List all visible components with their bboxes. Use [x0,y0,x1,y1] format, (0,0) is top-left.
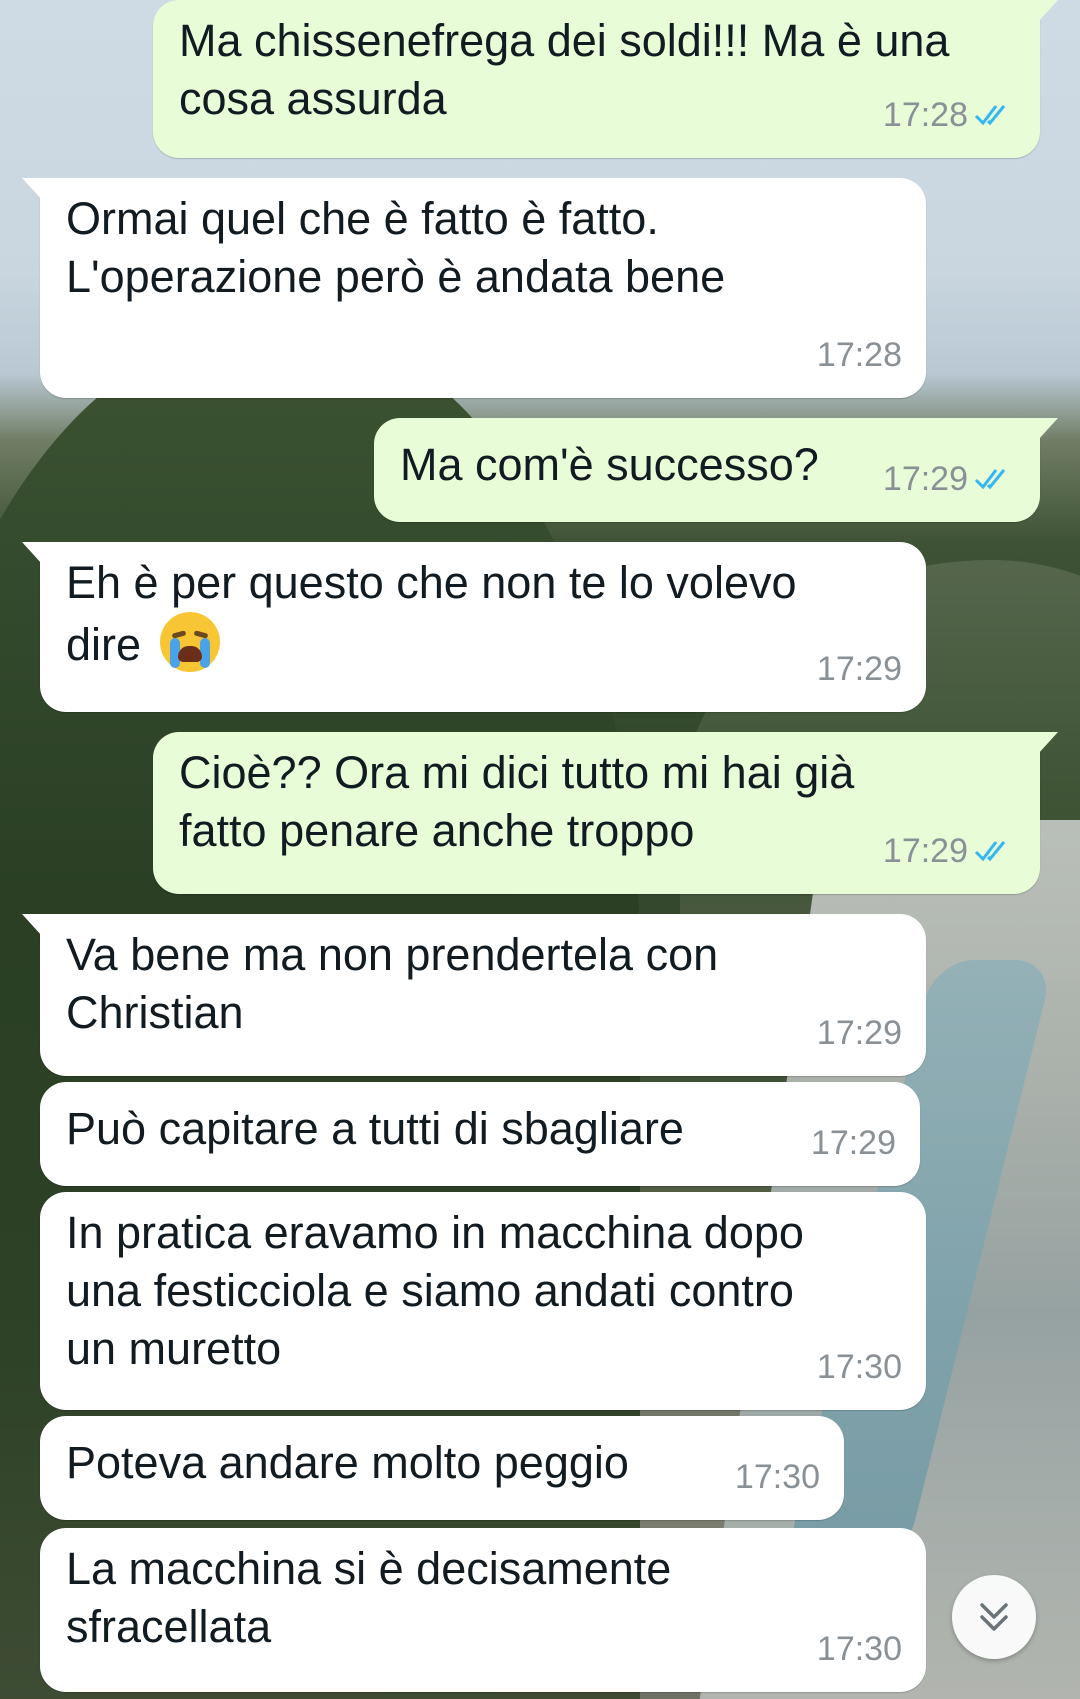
message-text: Può capitare a tutti di sbagliare [66,1103,684,1154]
message-bubble-incoming[interactable]: Ormai quel che è fatto è fatto. L'operaz… [22,178,926,398]
message-time: 17:29 [816,1014,902,1052]
message-meta: 17:30 [817,1620,902,1678]
message-bubble-incoming[interactable]: Può capitare a tutti di sbagliare 17:29 [40,1082,920,1186]
message-text: Ormai quel che è fatto è fatto. L'operaz… [66,193,726,302]
message-time: 17:29 [882,832,968,870]
message-text: Poteva andare molto peggio [66,1437,629,1488]
message-time: 17:28 [816,336,902,374]
message-meta: 17:28 [883,86,1016,144]
loudly-crying-face-icon [159,612,220,672]
read-ticks-icon [974,841,1006,862]
message-meta: 17:30 [735,1448,820,1506]
message-bubble-incoming[interactable]: Eh è per questo che non te lo volevo dir… [22,542,926,712]
message-time: 17:29 [816,650,902,688]
message-time: 17:28 [882,96,968,134]
message-meta: 17:28 [817,326,902,384]
read-ticks-icon [974,105,1006,126]
message-meta: 17:29 [883,822,1016,880]
message-meta: 17:29 [811,1114,896,1172]
message-bubble-incoming[interactable]: Va bene ma non prendertela con Christian… [22,914,926,1076]
read-ticks-icon [974,469,1006,490]
message-time: 17:30 [734,1458,820,1496]
message-meta: 17:29 [883,450,1016,508]
message-bubble-incoming[interactable]: La macchina si è decisamente sfracellata… [40,1528,926,1692]
double-chevron-down-icon [980,1603,1008,1631]
message-list[interactable]: Ma chissenefrega dei soldi!!! Ma è una c… [0,0,1080,1699]
message-time: 17:30 [816,1348,902,1386]
message-meta: 17:29 [817,1004,902,1062]
message-time: 17:29 [882,460,968,498]
message-bubble-outgoing[interactable]: Ma com'è successo? 17:29 [374,418,1058,522]
message-meta: 17:29 [817,640,902,698]
message-text: Eh è per questo che non te lo volevo dir… [66,554,900,674]
scroll-to-bottom-button[interactable] [952,1575,1036,1659]
message-bubble-incoming[interactable]: Poteva andare molto peggio 17:30 [40,1416,844,1520]
message-text: La macchina si è decisamente sfracellata [66,1543,672,1652]
message-time: 17:29 [810,1124,896,1162]
message-text: In pratica eravamo in macchina dopo una … [66,1207,804,1374]
message-meta: 17:30 [817,1338,902,1396]
message-bubble-outgoing[interactable]: Ma chissenefrega dei soldi!!! Ma è una c… [153,0,1058,158]
message-time: 17:30 [816,1630,902,1668]
message-bubble-incoming[interactable]: In pratica eravamo in macchina dopo una … [40,1192,926,1410]
message-text: Va bene ma non prendertela con Christian [66,929,719,1038]
message-bubble-outgoing[interactable]: Cioè?? Ora mi dici tutto mi hai già fatt… [153,732,1058,894]
